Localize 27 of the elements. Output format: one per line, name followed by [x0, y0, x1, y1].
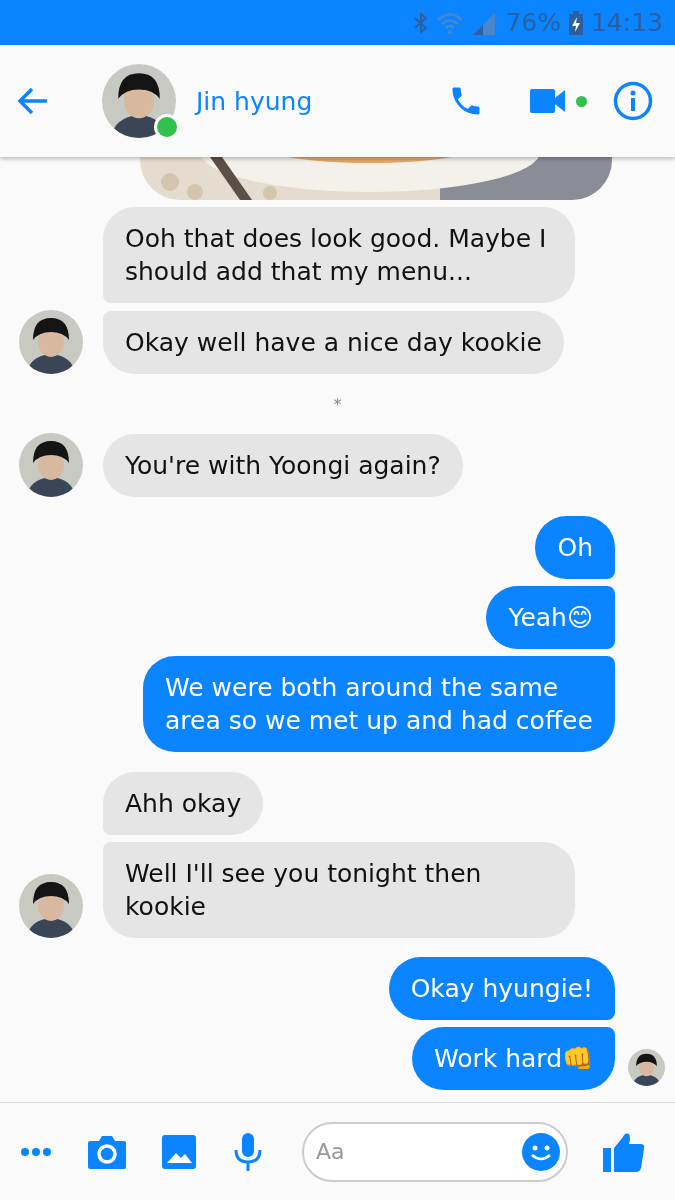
divider-mark: *	[333, 395, 342, 414]
camera-icon[interactable]	[88, 1134, 126, 1169]
bluetooth-icon	[413, 10, 430, 35]
message-bubble[interactable]: We were both around the same area so we met up and had coffee	[143, 656, 615, 752]
wifi-icon	[437, 10, 464, 35]
info-icon[interactable]	[613, 81, 653, 121]
message-input[interactable]: Aa	[302, 1121, 568, 1182]
video-camera-icon[interactable]	[530, 88, 566, 114]
more-icon[interactable]	[20, 1146, 52, 1157]
contact-name[interactable]: Jin hyung	[196, 86, 448, 116]
message-bubble[interactable]: Oh	[535, 516, 615, 579]
microphone-icon[interactable]	[234, 1132, 262, 1171]
message-bubble[interactable]: Ahh okay	[103, 772, 264, 835]
image-icon[interactable]	[162, 1134, 196, 1169]
thumbs-up-icon[interactable]	[603, 1131, 645, 1172]
message-bubble[interactable]: Ooh that does look good. Maybe I should add that my menu...	[103, 207, 575, 303]
message-bubble[interactable]: You're with Yoongi again?	[103, 434, 463, 497]
seen-avatar	[628, 1049, 665, 1086]
message-bubble[interactable]: Well I'll see you tonight then kookie	[103, 842, 575, 938]
emoji-icon[interactable]	[522, 1132, 560, 1171]
message-bubble[interactable]: Yeah😊	[486, 586, 615, 649]
message-bubble[interactable]: Okay well have a nice day kookie	[103, 311, 564, 374]
message-bubble[interactable]: Work hard👊	[411, 1027, 615, 1090]
battery-charging-icon	[568, 10, 583, 35]
clock: 14:13	[590, 8, 663, 37]
message-bubble[interactable]: Okay hyungie!	[388, 957, 615, 1020]
battery-level: 76%	[505, 8, 561, 37]
